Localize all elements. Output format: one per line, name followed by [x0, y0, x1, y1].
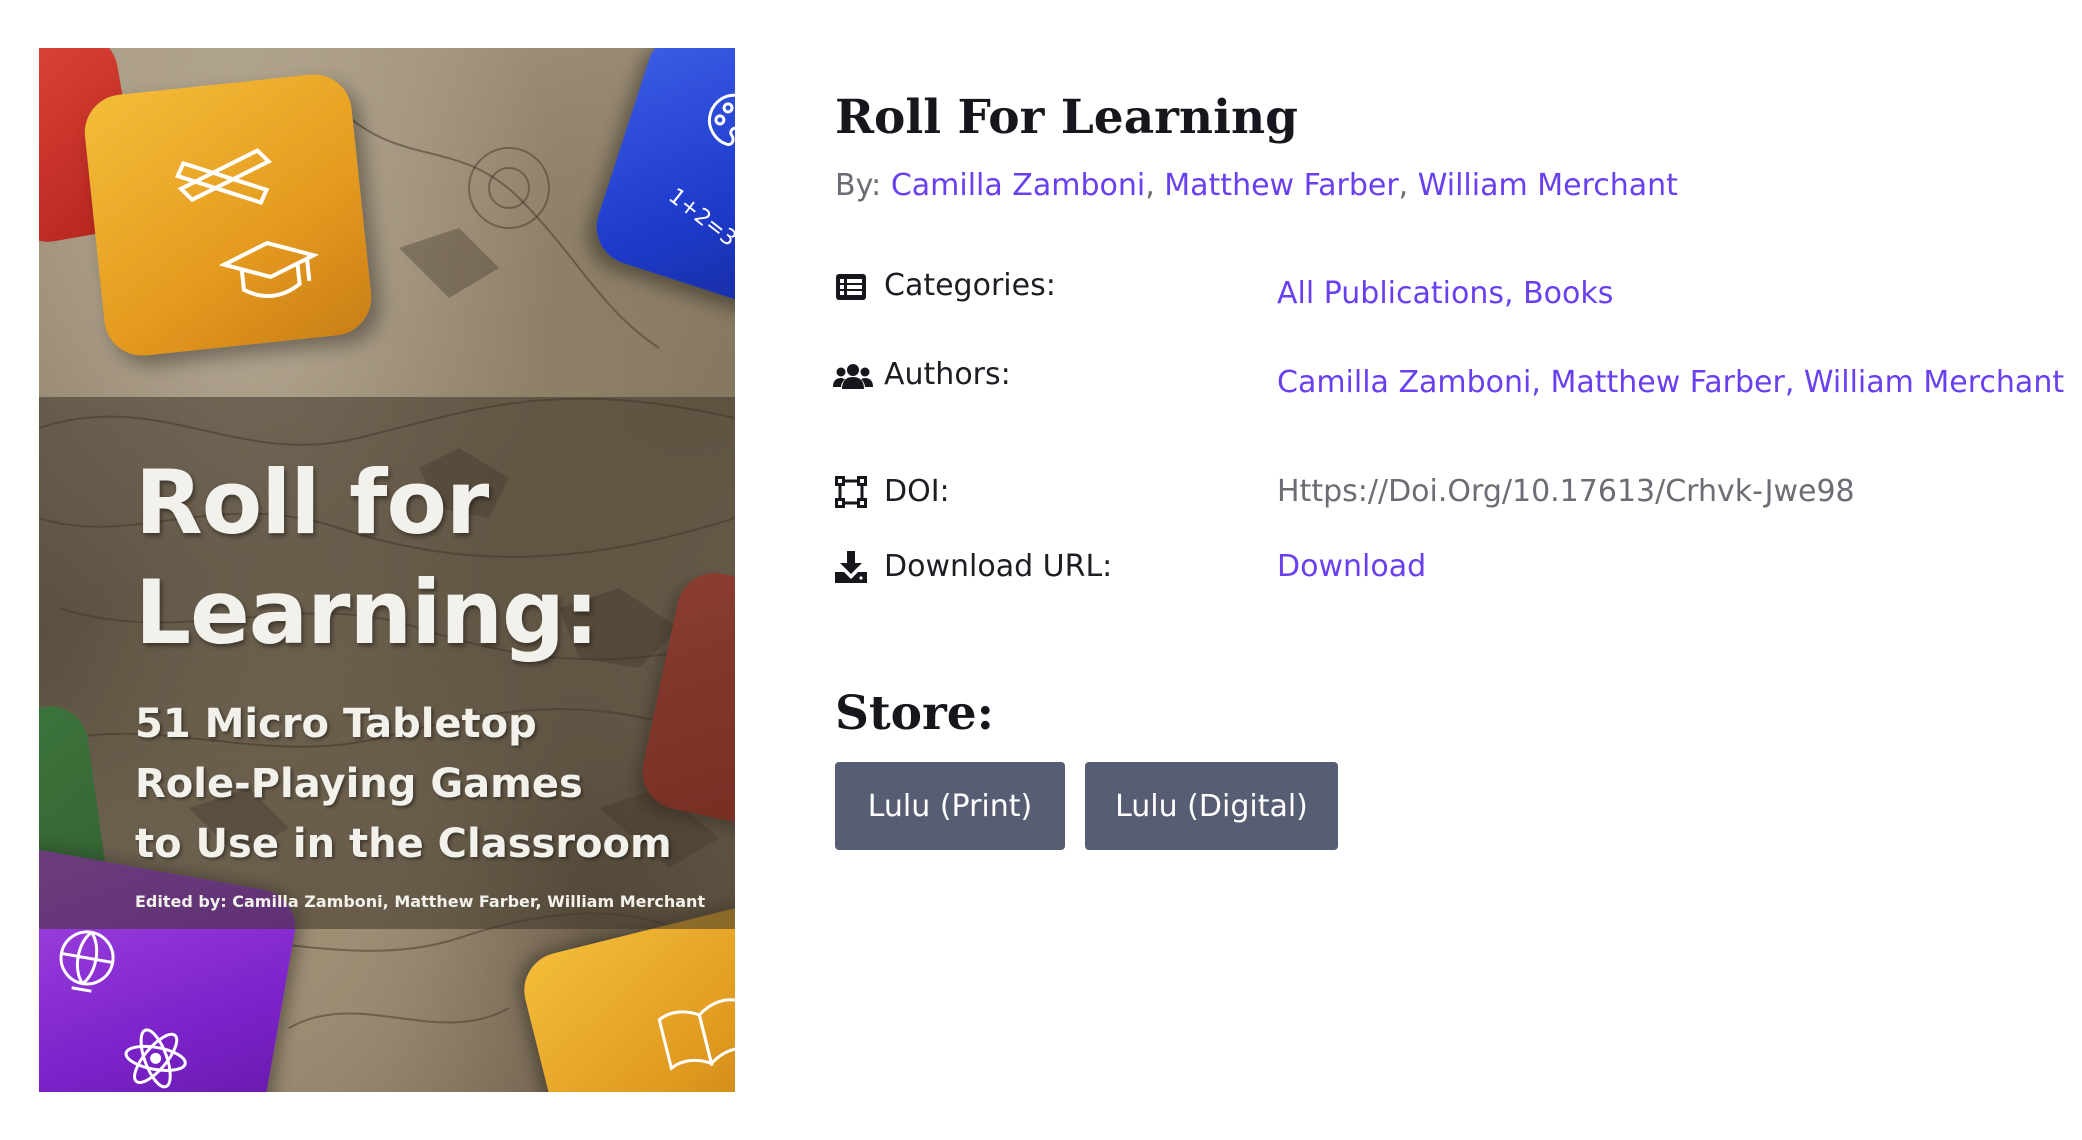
cover-subtitle-line: to Use in the Classroom — [135, 821, 672, 867]
download-link[interactable]: Download — [1277, 549, 1426, 584]
download-value: Download — [1277, 547, 1426, 587]
authors-label: Authors: — [884, 357, 1011, 392]
doi-label: DOI: — [884, 474, 950, 509]
authors-link[interactable]: Camilla Zamboni, Matthew Farber, William… — [1277, 365, 2064, 400]
cover-title-line: Learning: — [135, 561, 599, 664]
book-cover-image: 1+2=3 Roll for Learning: 51 Micro Tablet… — [39, 48, 735, 1092]
categories-value: All Publications, Books — [1277, 274, 1613, 314]
cover-editors: Edited by: Camilla Zamboni, Matthew Farb… — [135, 892, 706, 911]
page-title: Roll For Learning — [835, 90, 1298, 145]
open-book-icon — [657, 998, 735, 1072]
users-icon — [833, 364, 873, 389]
cover-title-line: Roll for — [135, 451, 489, 554]
yellow-die — [81, 70, 375, 360]
categories-label: Categories: — [884, 268, 1056, 303]
list-icon — [836, 274, 866, 300]
byline-label: By: — [835, 168, 882, 203]
cover-subtitle-line: 51 Micro Tabletop — [135, 701, 537, 747]
lulu-print-button[interactable]: Lulu (Print) — [835, 762, 1065, 850]
author-link[interactable]: William Merchant — [1418, 168, 1678, 203]
author-link[interactable]: Matthew Farber — [1164, 168, 1398, 203]
categories-link[interactable]: All Publications, Books — [1277, 276, 1613, 311]
cover-title: Roll for Learning: — [135, 448, 735, 668]
authors-value: Camilla Zamboni, Matthew Farber, William… — [1277, 363, 2064, 403]
graduation-cap-icon — [218, 240, 320, 298]
author-link[interactable]: Camilla Zamboni — [891, 168, 1145, 203]
download-label: Download URL: — [884, 549, 1113, 584]
doi-value: Https://Doi.Org/10.17613/Crhvk-Jwe98 — [1277, 474, 1855, 509]
palette-icon — [708, 93, 735, 147]
vector-square-icon — [835, 476, 867, 508]
cover-subtitle-line: Role-Playing Games — [135, 761, 583, 807]
byline: By: Camilla Zamboni, Matthew Farber, Wil… — [835, 168, 1678, 203]
store-heading: Store: — [835, 686, 995, 741]
download-icon — [835, 551, 867, 583]
math-glyph: 1+2=3 — [663, 183, 735, 252]
lulu-digital-button[interactable]: Lulu (Digital) — [1085, 762, 1338, 850]
cover-subtitle: 51 Micro Tabletop Role-Playing Games to … — [135, 694, 735, 874]
pencil-ruler-icon — [174, 148, 273, 205]
atom-icon — [124, 1028, 187, 1089]
